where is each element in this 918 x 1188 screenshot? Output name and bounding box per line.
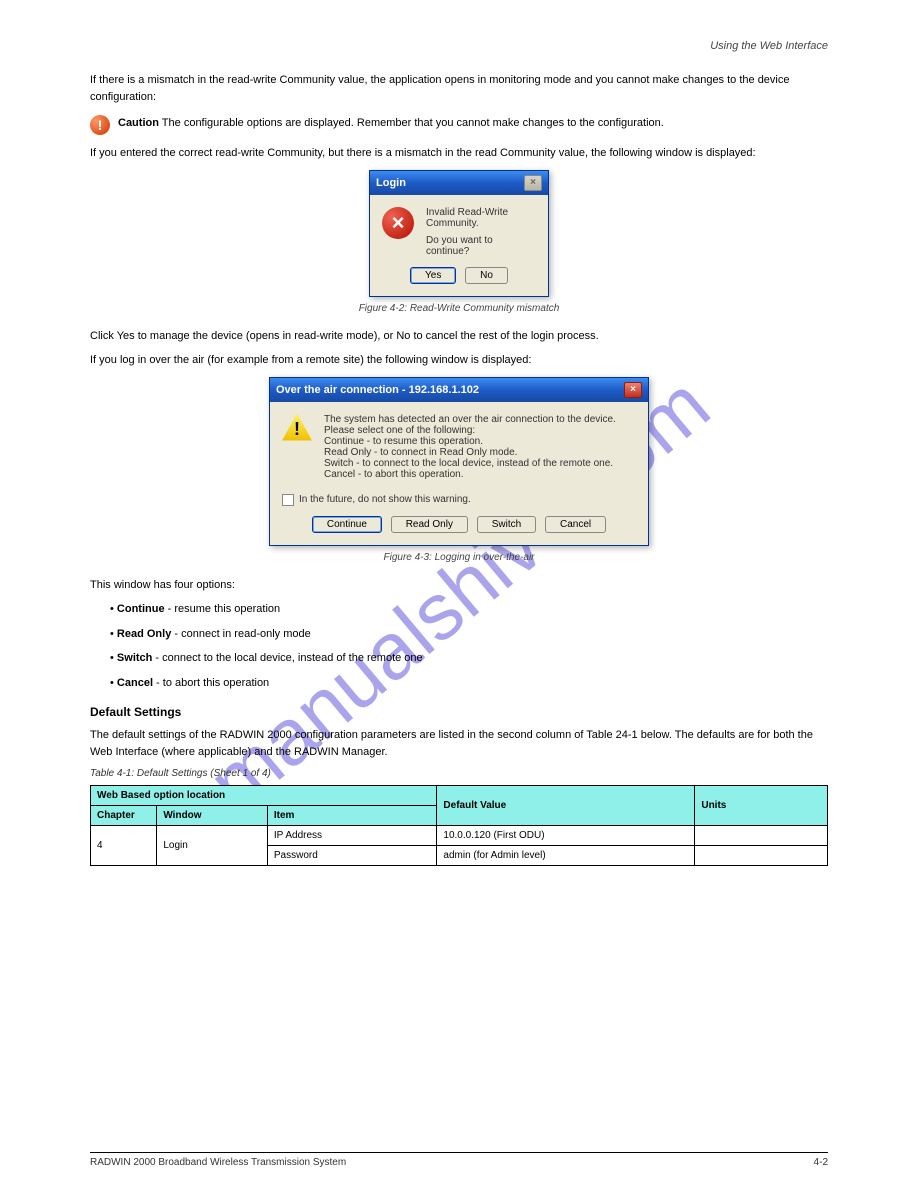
dialog-message: Continue - to resume this operation. [324, 436, 616, 447]
paragraph: If you entered the correct read-write Co… [90, 145, 828, 162]
table-header-row: Web Based option location Default Value … [91, 786, 828, 806]
close-icon[interactable]: × [624, 382, 642, 398]
cancel-button[interactable]: Cancel [545, 516, 606, 533]
cell [695, 826, 828, 846]
error-icon: × [382, 207, 414, 239]
option-text: - connect to the local device, instead o… [152, 652, 422, 664]
dialog-message: Please select one of the following: [324, 425, 616, 436]
switch-button[interactable]: Switch [477, 516, 536, 533]
col-header: Chapter [91, 806, 157, 826]
caution-text: Caution The configurable options are dis… [118, 115, 664, 132]
paragraph: The default settings of the RADWIN 2000 … [90, 727, 828, 760]
cell: 10.0.0.120 (First ODU) [437, 826, 695, 846]
paragraph: This window has four options: [90, 577, 828, 594]
cell: IP Address [267, 826, 437, 846]
col-header: Window [157, 806, 268, 826]
col-header: Web Based option location [91, 786, 437, 806]
paragraph: Click Yes to manage the device (opens in… [90, 328, 828, 345]
yes-button[interactable]: Yes [410, 267, 456, 284]
figure-caption: Figure 4-2: Read-Write Community mismatc… [90, 303, 828, 314]
option-label: Read Only [117, 628, 171, 640]
dialog-message: Switch - to connect to the local device,… [324, 458, 616, 469]
page-footer: RADWIN 2000 Broadband Wireless Transmiss… [90, 1152, 828, 1168]
dont-show-checkbox[interactable] [282, 494, 294, 506]
login-dialog: Login × × Invalid Read-Write Community. … [369, 170, 549, 297]
col-header: Default Value [437, 786, 695, 826]
readonly-button[interactable]: Read Only [391, 516, 468, 533]
warning-icon: ! [282, 414, 312, 441]
cell: 4 [91, 826, 157, 866]
table-caption: Table 4-1: Default Settings (Sheet 1 of … [90, 768, 828, 779]
cell: Password [267, 846, 437, 866]
dialog-message: Cancel - to abort this operation. [324, 469, 616, 480]
option-label: Cancel [117, 677, 153, 689]
dialog-title: Over the air connection - 192.168.1.102 [276, 384, 479, 396]
continue-button[interactable]: Continue [312, 516, 382, 533]
col-header: Item [267, 806, 437, 826]
ota-dialog: Over the air connection - 192.168.1.102 … [269, 377, 649, 546]
cell: admin (for Admin level) [437, 846, 695, 866]
figure-caption: Figure 4-3: Logging in over-the-air [90, 552, 828, 563]
caution-icon: ! [90, 115, 110, 135]
page-header-breadcrumb: Using the Web Interface [90, 40, 828, 52]
defaults-table: Web Based option location Default Value … [90, 785, 828, 866]
checkbox-label: In the future, do not show this warning. [299, 494, 471, 505]
option-label: Continue [117, 603, 165, 615]
footer-right: 4-2 [814, 1157, 828, 1168]
dialog-title: Login [376, 177, 406, 189]
col-header: Units [695, 786, 828, 826]
option-text: - connect in read-only mode [171, 628, 310, 640]
cell: Login [157, 826, 268, 866]
option-label: Switch [117, 652, 152, 664]
dialog-message: Read Only - to connect in Read Only mode… [324, 447, 616, 458]
dialog-message: Invalid Read-Write Community. [426, 207, 536, 229]
dialog-message: Do you want to continue? [426, 235, 536, 257]
option-text: - to abort this operation [153, 677, 269, 689]
table-row: 4 Login IP Address 10.0.0.120 (First ODU… [91, 826, 828, 846]
paragraph: If there is a mismatch in the read-write… [90, 72, 828, 105]
option-text: - resume this operation [165, 603, 281, 615]
dialog-message: The system has detected an over the air … [324, 414, 616, 425]
section-heading: Default Settings [90, 705, 828, 719]
no-button[interactable]: No [465, 267, 508, 284]
paragraph: If you log in over the air (for example … [90, 352, 828, 369]
footer-left: RADWIN 2000 Broadband Wireless Transmiss… [90, 1157, 346, 1168]
close-icon[interactable]: × [524, 175, 542, 191]
cell [695, 846, 828, 866]
